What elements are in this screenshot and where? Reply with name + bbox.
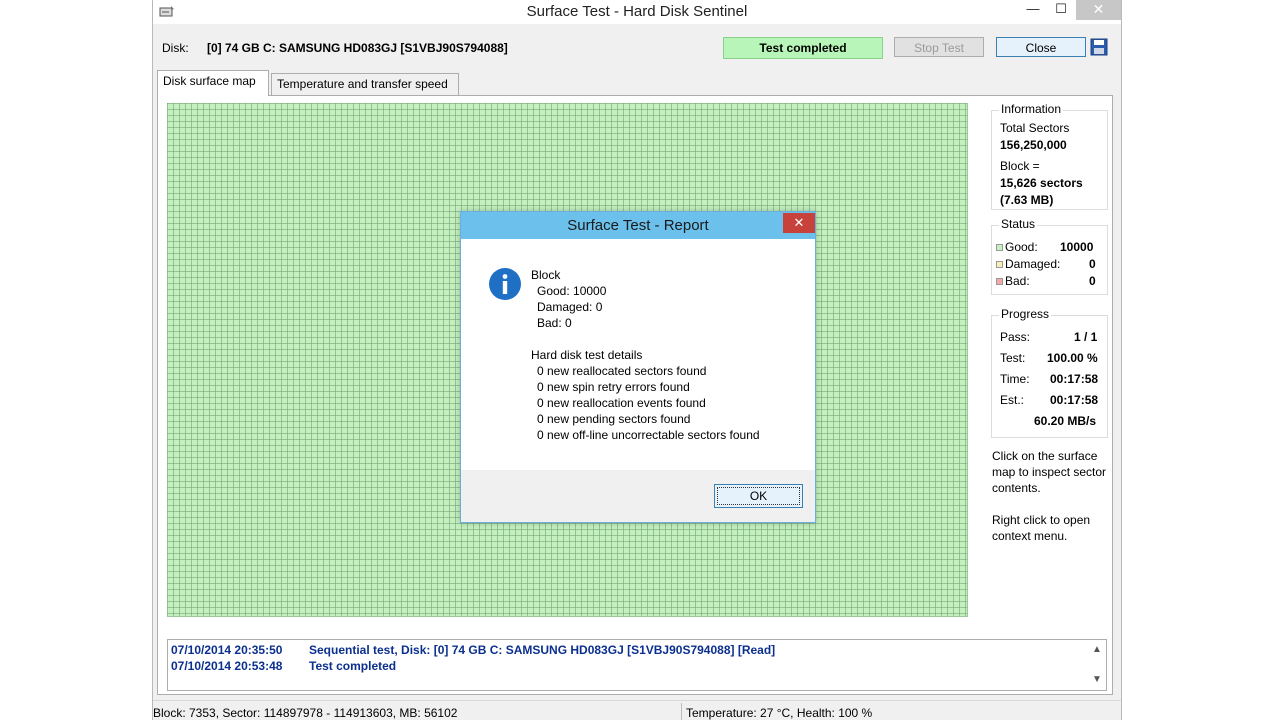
block-label: Block = — [1000, 159, 1040, 173]
report-line: 0 new spin retry errors found — [537, 380, 690, 394]
report-line: 0 new pending sectors found — [537, 412, 691, 426]
good-label: Good: — [1005, 240, 1038, 254]
test-value: 100.00 % — [1047, 351, 1098, 365]
information-title: Information — [999, 102, 1064, 116]
block-size: (7.63 MB) — [1000, 193, 1054, 207]
context-menu-hint: Right click to open context menu. — [992, 513, 1091, 543]
transfer-speed-value: 60.20 MB/s — [1034, 414, 1097, 428]
report-line: Good: 10000 — [537, 284, 607, 298]
window-title: Surface Test - Hard Disk Sentinel — [526, 3, 748, 20]
window-close-button[interactable]: ✕ — [1076, 0, 1121, 20]
ok-button[interactable]: OK — [714, 484, 803, 508]
est-value: 00:17:58 — [1050, 393, 1099, 407]
close-button[interactable]: Close — [996, 37, 1086, 57]
report-line: 0 new off-line uncorrectable sectors fou… — [537, 428, 760, 442]
damaged-row: Damaged: — [996, 257, 1060, 271]
block-sector-info: Block: 7353, Sector: 114897978 - 1149136… — [153, 706, 458, 720]
log-timestamp: 07/10/2014 20:35:50 — [171, 643, 283, 657]
damaged-label: Damaged: — [1005, 257, 1061, 271]
log-row: 07/10/2014 20:35:50 Sequential test, Disk… — [171, 643, 775, 657]
test-label: Test: — [1000, 351, 1026, 365]
dialog-title: Surface Test - Report — [567, 217, 709, 234]
log-message: Test completed — [309, 659, 397, 673]
disk-bar: Disk: [0] 74 GB C: SAMSUNG HD083GJ [S1VB… — [153, 34, 1121, 62]
report-line: Bad: 0 — [537, 316, 572, 330]
damaged-value: 0 — [1089, 257, 1096, 271]
good-value: 10000 — [1060, 240, 1094, 254]
report-line: Damaged: 0 — [537, 300, 603, 314]
est-label: Est.: — [1000, 393, 1025, 407]
inspect-hint: Click on the surface map to inspect sect… — [992, 449, 1107, 495]
bad-legend-swatch — [996, 278, 1003, 286]
time-value: 00:17:58 — [1050, 372, 1099, 386]
report-line: Block — [531, 268, 561, 282]
log-timestamp: 07/10/2014 20:53:48 — [171, 659, 283, 673]
bad-label: Bad: — [1005, 274, 1030, 288]
bad-value: 0 — [1089, 274, 1096, 288]
report-line: 0 new reallocation events found — [537, 396, 706, 410]
disk-value: [0] 74 GB C: SAMSUNG HD083GJ [S1VBJ90S79… — [207, 41, 508, 55]
tab-temperature-transfer-speed[interactable]: Temperature and transfer speed — [271, 73, 459, 95]
title-bar: Surface Test - Hard Disk Sentinel — ☐ ✕ — [153, 0, 1121, 24]
damaged-legend-swatch — [996, 261, 1003, 269]
dialog-title-bar: Surface Test - Report ✕ — [461, 212, 815, 239]
disk-label: Disk: — [162, 41, 189, 55]
maximize-button[interactable]: ☐ — [1047, 0, 1075, 20]
bad-row: Bad: — [996, 274, 1030, 288]
stop-test-button[interactable]: Stop Test — [894, 37, 984, 57]
info-icon — [489, 268, 521, 300]
good-row: Good: — [996, 240, 1038, 254]
block-value: 15,626 sectors — [1000, 176, 1083, 190]
report-line: 0 new reallocated sectors found — [537, 364, 707, 378]
scroll-down-arrow-icon[interactable]: ▼ — [1090, 674, 1104, 685]
event-log[interactable]: 07/10/2014 20:35:50 Sequential test, Disk… — [167, 639, 1107, 691]
log-message: Sequential test, Disk: [0] 74 GB C: SAMS… — [309, 643, 776, 657]
time-label: Time: — [1000, 372, 1030, 386]
scroll-up-arrow-icon[interactable]: ▲ — [1090, 644, 1104, 655]
report-line: Hard disk test details — [531, 348, 643, 362]
pass-label: Pass: — [1000, 330, 1031, 344]
pass-value: 1 / 1 — [1074, 330, 1098, 344]
log-row: 07/10/2014 20:53:48 Test completed — [171, 659, 396, 673]
dialog-close-button[interactable]: ✕ — [783, 213, 815, 233]
status-separator — [681, 703, 682, 720]
report-dialog: Surface Test - Report ✕ Block Good: 1000… — [460, 211, 816, 523]
test-status-badge: Test completed — [723, 37, 883, 59]
total-sectors-value: 156,250,000 — [1000, 138, 1067, 152]
progress-title: Progress — [999, 307, 1052, 321]
progress-group: Progress Pass: 1 / 1 Test: 100.00 % Time… — [991, 307, 1108, 438]
information-group: Information Total Sectors 156,250,000 Bl… — [991, 102, 1108, 210]
total-sectors-label: Total Sectors — [1000, 121, 1070, 135]
save-icon[interactable] — [1090, 38, 1108, 56]
tab-disk-surface-map[interactable]: Disk surface map — [157, 70, 269, 96]
temperature-health-info: Temperature: 27 °C, Health: 100 % — [686, 706, 873, 720]
good-legend-swatch — [996, 244, 1003, 252]
status-bar: Block: 7353, Sector: 114897978 - 1149136… — [153, 700, 1121, 721]
status-group: Status Good: 10000 Damaged: 0 Bad: 0 — [991, 217, 1108, 295]
status-title: Status — [999, 217, 1038, 231]
minimize-button[interactable]: — — [1019, 0, 1047, 20]
